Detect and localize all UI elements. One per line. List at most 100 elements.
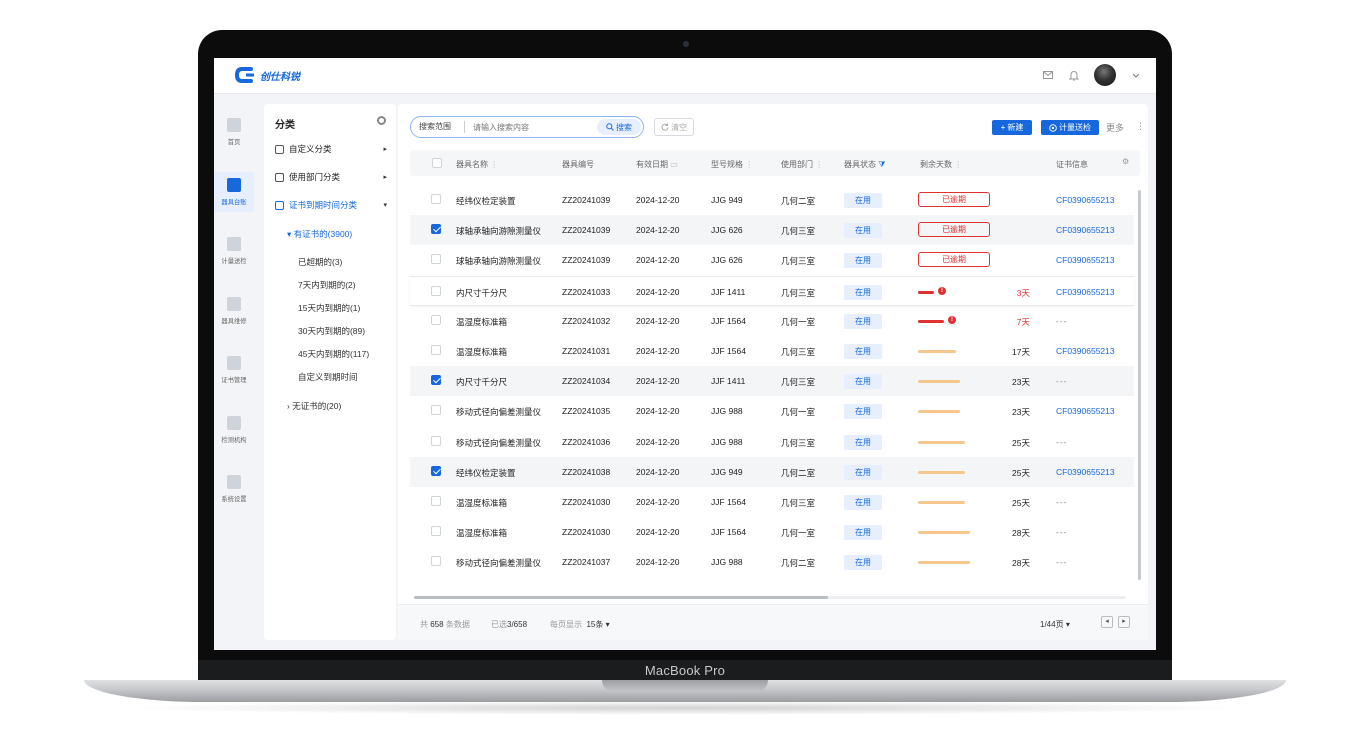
send-for-calibration-button[interactable]: 计量送检 [1041, 120, 1099, 135]
nav-item[interactable]: 首页 [214, 112, 254, 152]
cell-cert: --- [1056, 527, 1068, 538]
row-checkbox[interactable] [431, 496, 441, 506]
select-all-checkbox[interactable] [432, 158, 442, 168]
nav-item[interactable]: 系统设置 [214, 469, 254, 509]
category-leaf[interactable]: 30天内到期的(89) [298, 325, 365, 337]
row-checkbox[interactable] [431, 224, 441, 235]
cell-dept: 几何三室 [781, 347, 816, 357]
remaining-days: 25天 [1012, 467, 1030, 478]
category-item-department[interactable]: 使用部门分类 ▸ [275, 169, 387, 185]
total-count: 共 658 条数据 [420, 620, 470, 629]
category-leaf[interactable]: 7天内到期的(2) [298, 279, 356, 291]
cell-cert[interactable]: CF0390655213 [1056, 406, 1115, 416]
row-checkbox[interactable] [431, 194, 441, 204]
column-header-model[interactable]: 型号规格 ⋮ [711, 159, 753, 170]
table-row[interactable]: 内尺寸千分尺 ZZ20241033 2024-12-20 JJF 1411 几何三室 在用… [410, 275, 1134, 306]
side-nav: 首页器具台账计量送检器具维修证书管理检测机构系统设置 [214, 94, 254, 650]
table-row[interactable]: 内尺寸千分尺 ZZ20241034 2024-12-20 JJF 1411 几何三室 在用… [410, 366, 1134, 397]
column-header-name[interactable]: 器具名称 ⋮ [456, 159, 498, 170]
cell-cert[interactable]: CF0390655213 [1056, 225, 1115, 235]
nav-item[interactable]: 器具台账 [214, 171, 254, 212]
category-without-cert[interactable]: › 无证书的(20) [287, 400, 341, 412]
cell-cert[interactable]: CF0390655213 [1056, 287, 1115, 297]
remaining-days: 3天 [1016, 287, 1030, 298]
cell-cert[interactable]: CF0390655213 [1056, 467, 1115, 477]
table-row[interactable]: 温湿度标准箱 ZZ20241032 2024-12-20 JJF 1564 几何一室 在用… [410, 306, 1134, 336]
table-row[interactable]: 移动式径向偏差测量仪 ZZ20241036 2024-12-20 JJG 988 几何三… [410, 427, 1134, 457]
gear-icon[interactable] [377, 116, 386, 125]
more-button[interactable]: 更多 [1106, 121, 1124, 134]
more-dots-icon[interactable]: ⋮ [1136, 121, 1145, 132]
certificate-icon [227, 356, 241, 370]
category-item-label: 使用部门分类 [289, 172, 341, 182]
category-with-cert[interactable]: ▾ 有证书的(3900) [287, 228, 352, 240]
table-row[interactable]: 球轴承轴向游隙测量仪 ZZ20241039 2024-12-20 JJG 626 几何三… [410, 215, 1134, 246]
category-leaf[interactable]: 45天内到期的(117) [298, 348, 369, 360]
category-leaf[interactable]: 15天内到期的(1) [298, 302, 360, 314]
page-indicator[interactable]: 1/44页 ▾ [1040, 619, 1070, 630]
table-row[interactable]: 经纬仪检定装置 ZZ20241039 2024-12-20 JJG 949 几何二室 在用… [410, 185, 1134, 215]
nav-item[interactable]: 器具维修 [214, 291, 254, 331]
cell-cert[interactable]: CF0390655213 [1056, 255, 1115, 265]
table-row[interactable]: 温湿度标准箱 ZZ20241031 2024-12-20 JJF 1564 几何三室 在用… [410, 336, 1134, 366]
table-row[interactable]: 经纬仪检定装置 ZZ20241038 2024-12-20 JJG 949 几何二室 在用… [410, 456, 1134, 487]
overdue-badge: 已逾期 [918, 222, 990, 238]
cell-dept: 几何二室 [781, 558, 816, 569]
row-checkbox[interactable] [431, 254, 441, 265]
page-size-select[interactable]: 每页显示 15条 ▾ [550, 619, 610, 630]
row-checkbox[interactable] [431, 375, 441, 386]
row-checkbox[interactable] [431, 314, 441, 325]
column-header-date[interactable]: 有效日期 ▭ [636, 159, 678, 170]
column-header-remaining[interactable]: 剩余天数 ⋮ [920, 159, 962, 170]
cell-model: JJF 1411 [711, 286, 746, 297]
search-scope-select[interactable]: 搜索范围 [411, 121, 465, 133]
table-row[interactable]: 移动式径向偏差测量仪 ZZ20241035 2024-12-20 JJG 988 几何一… [410, 396, 1134, 426]
row-checkbox[interactable] [431, 345, 441, 355]
column-header-status[interactable]: 器具状态 ⧩ [844, 159, 885, 170]
next-page-button[interactable]: ▸ [1118, 616, 1130, 628]
cell-cert[interactable]: CF0390655213 [1056, 346, 1115, 356]
horizontal-scrollbar[interactable] [414, 596, 1126, 599]
row-checkbox[interactable] [431, 526, 441, 537]
nav-item[interactable]: 检测机构 [214, 410, 254, 450]
scrollbar-thumb[interactable] [414, 596, 828, 599]
table-row[interactable]: 温湿度标准箱 ZZ20241030 2024-12-20 JJF 1564 几何一室 在用… [410, 517, 1134, 547]
column-header-code[interactable]: 器具编号 [562, 159, 594, 170]
avatar[interactable] [1094, 64, 1116, 86]
cell-name: 温湿度标准箱 [456, 528, 508, 539]
category-item-expiry[interactable]: 证书到期时间分类 ▾ [275, 197, 387, 213]
category-item-custom[interactable]: 自定义分类 ▸ [275, 141, 387, 157]
prev-page-button[interactable]: ◂ [1101, 616, 1113, 628]
row-checkbox[interactable] [431, 435, 441, 446]
clear-button[interactable]: 清空 [654, 118, 694, 136]
cell-cert[interactable]: CF0390655213 [1056, 195, 1115, 205]
search-input[interactable] [473, 122, 583, 132]
row-checkbox[interactable] [431, 465, 441, 476]
mail-icon[interactable] [1042, 69, 1054, 81]
category-leaf[interactable]: 自定义到期时间 [298, 371, 358, 383]
bell-icon[interactable] [1068, 69, 1080, 81]
cell-model: JJG 626 [711, 255, 743, 266]
vertical-scrollbar[interactable] [1138, 190, 1141, 580]
cell-name: 球轴承轴向游隙测量仪 [456, 226, 542, 237]
column-header-dept[interactable]: 使用部门 ⋮ [781, 159, 823, 170]
remaining-days: 23天 [1012, 377, 1030, 388]
nav-item[interactable]: 计量送检 [214, 231, 254, 271]
row-checkbox[interactable] [431, 405, 441, 416]
table-row[interactable]: 球轴承轴向游隙测量仪 ZZ20241039 2024-12-20 JJG 626 几何三… [410, 245, 1134, 275]
column-header-cert[interactable]: 证书信息 [1056, 159, 1088, 170]
search-button[interactable]: 搜索 [597, 119, 641, 135]
row-checkbox[interactable] [431, 285, 441, 296]
new-button[interactable]: + 新建 [992, 120, 1032, 135]
category-leaf[interactable]: 已超期的(3) [298, 256, 342, 268]
cell-model: JJF 1411 [711, 376, 746, 387]
chevron-down-icon[interactable] [1130, 69, 1142, 81]
row-checkbox[interactable] [431, 556, 441, 567]
tools-icon [275, 144, 284, 154]
table-row[interactable]: 温湿度标准箱 ZZ20241030 2024-12-20 JJF 1564 几何三室 在用… [410, 487, 1134, 517]
nav-item[interactable]: 证书管理 [214, 350, 254, 390]
new-button-label: 新建 [1007, 123, 1024, 132]
table-settings-gear-icon[interactable]: ⚙ [1122, 157, 1129, 166]
table-row[interactable]: 移动式径向偏差测量仪 ZZ20241037 2024-12-20 JJG 988 几何二… [410, 547, 1134, 577]
brand-logo[interactable]: 创仕科锐 [234, 66, 300, 84]
